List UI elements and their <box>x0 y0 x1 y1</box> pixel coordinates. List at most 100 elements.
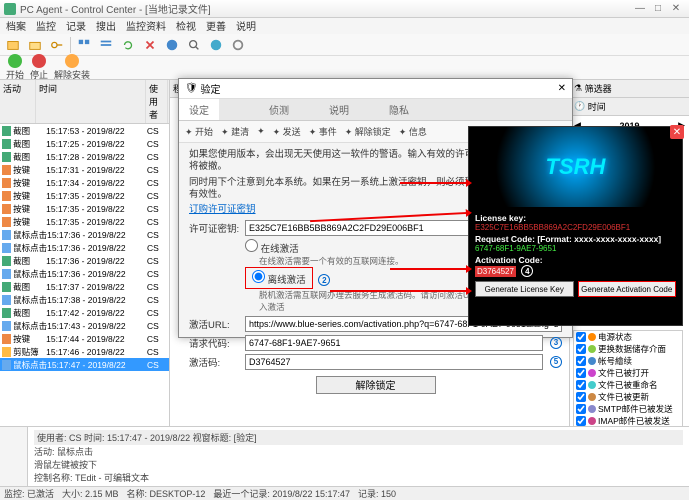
offline-radio[interactable] <box>252 270 265 283</box>
tb-解除安装[interactable]: 解除安装 <box>54 54 90 81</box>
world-icon[interactable] <box>207 36 225 54</box>
dlg-tab-1[interactable] <box>219 99 239 120</box>
dlg-tool-0[interactable]: ✦ 开始 <box>185 125 213 138</box>
detail-panel: 使用者: CS 时间: 15:17:47 - 2019/8/22 视窗标题: [… <box>0 426 689 486</box>
list-row[interactable]: 按键15:17:35 - 2019/8/22CS <box>0 202 169 215</box>
titlebar: PC Agent - Control Center - [当地记录文件] — □… <box>0 0 689 18</box>
url-label: 激活URL: <box>189 317 241 331</box>
list-row[interactable]: 截图15:17:28 - 2019/8/22CS <box>0 150 169 163</box>
dlg-tab-2[interactable] <box>239 99 259 120</box>
menu-7[interactable]: 说明 <box>236 18 256 34</box>
activation-input[interactable] <box>245 354 543 370</box>
list-row[interactable]: 鼠标点击15:17:36 - 2019/8/22CS <box>0 267 169 280</box>
filter-title: 筛选器 <box>585 82 612 95</box>
key-icon[interactable] <box>48 36 66 54</box>
dlg-tab-6[interactable] <box>359 99 379 120</box>
check-item[interactable]: 文件已被更新 <box>574 391 682 403</box>
menu-1[interactable]: 监控 <box>36 18 56 34</box>
delete-icon[interactable] <box>141 36 159 54</box>
menu-2[interactable]: 记录 <box>66 18 86 34</box>
check-item[interactable]: 文件已被重命名 <box>574 379 682 391</box>
badge-5: 5 <box>550 356 562 368</box>
shield-icon: 🛡 <box>185 83 198 94</box>
dlg-tool-5[interactable]: ✦ 解除锁定 <box>345 125 391 138</box>
list-row[interactable]: 鼠标点击15:17:43 - 2019/8/22CS <box>0 319 169 332</box>
toolbar-main: 开始停止解除安装 <box>0 56 689 80</box>
list-row[interactable]: 截图15:17:36 - 2019/8/22CS <box>0 254 169 267</box>
check-item[interactable]: SMTP邮件已被发送 <box>574 403 682 415</box>
menu-0[interactable]: 档案 <box>6 18 26 34</box>
close-button[interactable]: ✕ <box>667 2 685 16</box>
menu-5[interactable]: 检视 <box>176 18 196 34</box>
dlg-tab-7[interactable]: 隐私 <box>379 99 419 120</box>
check-item[interactable]: 更换数据储存介面 <box>574 343 682 355</box>
dlg-tab-4[interactable] <box>299 99 319 120</box>
dlg-tab-5[interactable]: 说明 <box>319 99 359 120</box>
detail-sidebar <box>0 427 28 486</box>
dlg-tool-2[interactable]: ✦ <box>257 126 265 137</box>
view1-icon[interactable] <box>75 36 93 54</box>
check-item[interactable]: 文件已被打开 <box>574 367 682 379</box>
refresh-icon[interactable] <box>119 36 137 54</box>
online-label: 在线激活 <box>261 244 299 255</box>
filter-icon: ⚗ <box>574 83 582 94</box>
list-row[interactable]: 按键15:17:35 - 2019/8/22CS <box>0 215 169 228</box>
gen-license-button[interactable]: Generate License Key <box>475 281 574 297</box>
list-row[interactable]: 截图15:17:42 - 2019/8/22CS <box>0 306 169 319</box>
minimize-button[interactable]: — <box>631 2 649 16</box>
list-row[interactable]: 按键15:17:31 - 2019/8/22CS <box>0 163 169 176</box>
license-label: 许可证密钥: <box>189 221 241 235</box>
online-radio[interactable] <box>245 239 258 252</box>
list-row[interactable]: 按键15:17:34 - 2019/8/22CS <box>0 176 169 189</box>
dialog-close-icon[interactable]: ✕ <box>558 83 566 94</box>
gen-activation-button[interactable]: Generate Activation Code <box>578 281 677 297</box>
statusbar: 监控: 已激活 大小: 2.15 MB 名称: DESKTOP-12 最近一个记… <box>0 486 689 500</box>
detail-note1: 滑鼠左键被按下 <box>34 458 683 471</box>
list-row[interactable]: 按键15:17:35 - 2019/8/22CS <box>0 189 169 202</box>
list-row[interactable]: 鼠标点击15:17:38 - 2019/8/22CS <box>0 293 169 306</box>
list-row[interactable]: 鼠标点击15:17:47 - 2019/8/22CS <box>0 358 169 371</box>
unlock-button[interactable]: 解除锁定 <box>316 376 436 394</box>
ac-value: D3764527 <box>475 266 516 277</box>
order-link[interactable]: 订购许可证密钥 <box>189 204 256 215</box>
list-row[interactable]: 按键15:17:44 - 2019/8/22CS <box>0 332 169 345</box>
gear-icon[interactable] <box>229 36 247 54</box>
dlg-tab-3[interactable]: 侦测 <box>259 99 299 120</box>
list-row[interactable]: 鼠标点击15:17:36 - 2019/8/22CS <box>0 241 169 254</box>
app-icon <box>4 3 16 15</box>
tb-开始[interactable]: 开始 <box>6 54 24 81</box>
check-item[interactable]: 帐号繪续 <box>574 355 682 367</box>
menu-3[interactable]: 搜出 <box>96 18 116 34</box>
maximize-button[interactable]: □ <box>649 2 667 16</box>
dlg-tool-4[interactable]: ✦ 事件 <box>309 125 337 138</box>
col-activity[interactable]: 活动 <box>0 80 36 123</box>
list-row[interactable]: 截图15:17:25 - 2019/8/22CS <box>0 137 169 150</box>
view2-icon[interactable] <box>97 36 115 54</box>
list-row[interactable]: 剪贴簿15:17:46 - 2019/8/22CS <box>0 345 169 358</box>
folder-icon[interactable] <box>26 36 44 54</box>
arrow-5 <box>330 290 470 292</box>
col-user[interactable]: 使用者 <box>146 80 168 123</box>
dlg-tool-1[interactable]: ✦ 建清 <box>221 125 249 138</box>
ac-label: Activation Code: <box>475 255 676 265</box>
lk-value: E325C7E16BB5BB869A2C2FD29E006BF1 <box>475 223 676 232</box>
request-input[interactable] <box>245 335 543 351</box>
check-item[interactable]: 电源状态 <box>574 331 682 343</box>
info-icon[interactable] <box>163 36 181 54</box>
dlg-tab-0[interactable]: 设定 <box>179 99 219 120</box>
status-size: 大小: 2.15 MB <box>62 487 119 500</box>
open-icon[interactable] <box>4 36 22 54</box>
keygen-close-icon[interactable]: ✕ <box>670 125 684 139</box>
dlg-tool-6[interactable]: ✦ 信息 <box>399 125 427 138</box>
rq-label: Request Code: [Format: xxxx-xxxx-xxxx-xx… <box>475 234 676 244</box>
dialog-tabs: 设定 侦测说明隐私 <box>179 99 572 121</box>
list-row[interactable]: 鼠标点击15:17:36 - 2019/8/22CS <box>0 228 169 241</box>
search-icon[interactable] <box>185 36 203 54</box>
dlg-tool-3[interactable]: ✦ 发送 <box>273 125 301 138</box>
menu-6[interactable]: 更善 <box>206 18 226 34</box>
tb-停止[interactable]: 停止 <box>30 54 48 81</box>
list-row[interactable]: 截图15:17:53 - 2019/8/22CS <box>0 124 169 137</box>
list-row[interactable]: 截图15:17:37 - 2019/8/22CS <box>0 280 169 293</box>
menu-4[interactable]: 监控资料 <box>126 18 166 34</box>
col-time[interactable]: 时间 <box>36 80 146 123</box>
